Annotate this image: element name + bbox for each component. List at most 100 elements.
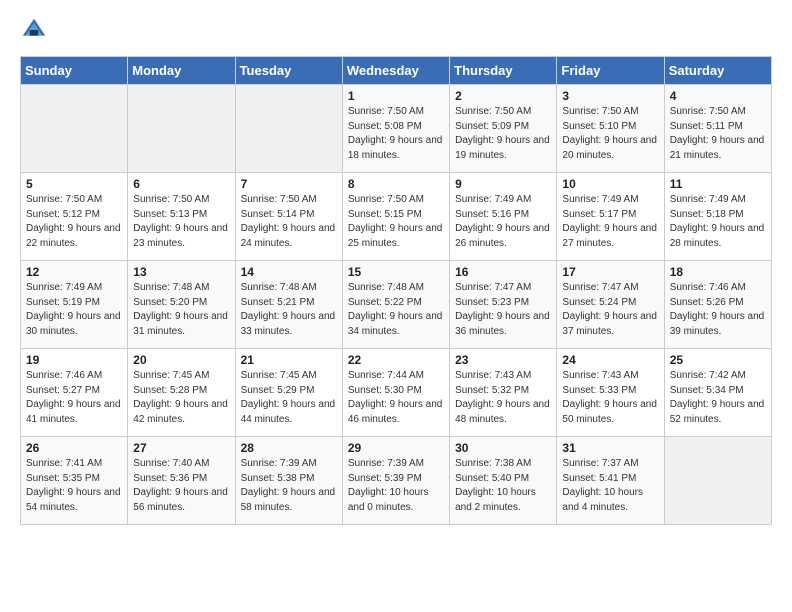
calendar-day-cell — [235, 85, 342, 173]
day-number: 25 — [670, 353, 766, 367]
day-number: 10 — [562, 177, 658, 191]
calendar-day-cell: 9 Sunrise: 7:49 AMSunset: 5:16 PMDayligh… — [450, 173, 557, 261]
calendar-week-row: 12 Sunrise: 7:49 AMSunset: 5:19 PMDaylig… — [21, 261, 772, 349]
calendar-week-row: 19 Sunrise: 7:46 AMSunset: 5:27 PMDaylig… — [21, 349, 772, 437]
day-info: Sunrise: 7:42 AMSunset: 5:34 PMDaylight:… — [670, 369, 766, 427]
calendar-day-cell: 22 Sunrise: 7:44 AMSunset: 5:30 PMDaylig… — [342, 349, 449, 437]
calendar-day-cell — [128, 85, 235, 173]
day-number: 13 — [133, 265, 229, 279]
day-info: Sunrise: 7:49 AMSunset: 5:18 PMDaylight:… — [670, 193, 766, 251]
logo-icon — [20, 16, 48, 44]
day-number: 30 — [455, 441, 551, 455]
day-number: 14 — [241, 265, 337, 279]
calendar-day-cell: 2 Sunrise: 7:50 AMSunset: 5:09 PMDayligh… — [450, 85, 557, 173]
day-info: Sunrise: 7:43 AMSunset: 5:32 PMDaylight:… — [455, 369, 551, 427]
day-number: 29 — [348, 441, 444, 455]
day-info: Sunrise: 7:46 AMSunset: 5:26 PMDaylight:… — [670, 281, 766, 339]
day-number: 7 — [241, 177, 337, 191]
day-info: Sunrise: 7:44 AMSunset: 5:30 PMDaylight:… — [348, 369, 444, 427]
calendar-day-cell: 31 Sunrise: 7:37 AMSunset: 5:41 PMDaylig… — [557, 437, 664, 525]
day-info: Sunrise: 7:50 AMSunset: 5:10 PMDaylight:… — [562, 105, 658, 163]
calendar-day-cell: 26 Sunrise: 7:41 AMSunset: 5:35 PMDaylig… — [21, 437, 128, 525]
header-wednesday: Wednesday — [342, 57, 449, 85]
calendar-week-row: 1 Sunrise: 7:50 AMSunset: 5:08 PMDayligh… — [21, 85, 772, 173]
day-info: Sunrise: 7:49 AMSunset: 5:16 PMDaylight:… — [455, 193, 551, 251]
day-number: 26 — [26, 441, 122, 455]
calendar-day-cell: 5 Sunrise: 7:50 AMSunset: 5:12 PMDayligh… — [21, 173, 128, 261]
calendar-day-cell — [664, 437, 771, 525]
day-number: 4 — [670, 89, 766, 103]
day-number: 2 — [455, 89, 551, 103]
day-number: 9 — [455, 177, 551, 191]
day-number: 11 — [670, 177, 766, 191]
day-number: 3 — [562, 89, 658, 103]
day-info: Sunrise: 7:47 AMSunset: 5:23 PMDaylight:… — [455, 281, 551, 339]
header-friday: Friday — [557, 57, 664, 85]
day-info: Sunrise: 7:46 AMSunset: 5:27 PMDaylight:… — [26, 369, 122, 427]
day-info: Sunrise: 7:38 AMSunset: 5:40 PMDaylight:… — [455, 457, 551, 515]
calendar-day-cell: 1 Sunrise: 7:50 AMSunset: 5:08 PMDayligh… — [342, 85, 449, 173]
day-info: Sunrise: 7:50 AMSunset: 5:09 PMDaylight:… — [455, 105, 551, 163]
calendar-day-cell: 18 Sunrise: 7:46 AMSunset: 5:26 PMDaylig… — [664, 261, 771, 349]
calendar-day-cell: 27 Sunrise: 7:40 AMSunset: 5:36 PMDaylig… — [128, 437, 235, 525]
calendar-table: Sunday Monday Tuesday Wednesday Thursday… — [20, 56, 772, 525]
day-number: 23 — [455, 353, 551, 367]
calendar-day-cell: 17 Sunrise: 7:47 AMSunset: 5:24 PMDaylig… — [557, 261, 664, 349]
calendar-day-cell: 6 Sunrise: 7:50 AMSunset: 5:13 PMDayligh… — [128, 173, 235, 261]
day-info: Sunrise: 7:50 AMSunset: 5:12 PMDaylight:… — [26, 193, 122, 251]
calendar-week-row: 5 Sunrise: 7:50 AMSunset: 5:12 PMDayligh… — [21, 173, 772, 261]
calendar-page: Sunday Monday Tuesday Wednesday Thursday… — [0, 0, 792, 541]
calendar-day-cell: 10 Sunrise: 7:49 AMSunset: 5:17 PMDaylig… — [557, 173, 664, 261]
day-info: Sunrise: 7:45 AMSunset: 5:28 PMDaylight:… — [133, 369, 229, 427]
calendar-day-cell: 23 Sunrise: 7:43 AMSunset: 5:32 PMDaylig… — [450, 349, 557, 437]
calendar-day-cell: 30 Sunrise: 7:38 AMSunset: 5:40 PMDaylig… — [450, 437, 557, 525]
day-number: 22 — [348, 353, 444, 367]
calendar-day-cell: 14 Sunrise: 7:48 AMSunset: 5:21 PMDaylig… — [235, 261, 342, 349]
day-number: 17 — [562, 265, 658, 279]
header-monday: Monday — [128, 57, 235, 85]
calendar-day-cell: 21 Sunrise: 7:45 AMSunset: 5:29 PMDaylig… — [235, 349, 342, 437]
calendar-day-cell: 15 Sunrise: 7:48 AMSunset: 5:22 PMDaylig… — [342, 261, 449, 349]
calendar-day-cell: 3 Sunrise: 7:50 AMSunset: 5:10 PMDayligh… — [557, 85, 664, 173]
calendar-day-cell: 29 Sunrise: 7:39 AMSunset: 5:39 PMDaylig… — [342, 437, 449, 525]
day-info: Sunrise: 7:50 AMSunset: 5:13 PMDaylight:… — [133, 193, 229, 251]
calendar-day-cell: 20 Sunrise: 7:45 AMSunset: 5:28 PMDaylig… — [128, 349, 235, 437]
day-info: Sunrise: 7:48 AMSunset: 5:22 PMDaylight:… — [348, 281, 444, 339]
day-number: 1 — [348, 89, 444, 103]
header-sunday: Sunday — [21, 57, 128, 85]
logo — [20, 16, 50, 44]
day-number: 27 — [133, 441, 229, 455]
day-number: 20 — [133, 353, 229, 367]
calendar-day-cell: 12 Sunrise: 7:49 AMSunset: 5:19 PMDaylig… — [21, 261, 128, 349]
day-info: Sunrise: 7:39 AMSunset: 5:38 PMDaylight:… — [241, 457, 337, 515]
day-info: Sunrise: 7:43 AMSunset: 5:33 PMDaylight:… — [562, 369, 658, 427]
day-number: 18 — [670, 265, 766, 279]
day-info: Sunrise: 7:49 AMSunset: 5:17 PMDaylight:… — [562, 193, 658, 251]
calendar-day-cell: 28 Sunrise: 7:39 AMSunset: 5:38 PMDaylig… — [235, 437, 342, 525]
day-number: 19 — [26, 353, 122, 367]
day-info: Sunrise: 7:50 AMSunset: 5:08 PMDaylight:… — [348, 105, 444, 163]
calendar-day-cell: 16 Sunrise: 7:47 AMSunset: 5:23 PMDaylig… — [450, 261, 557, 349]
calendar-day-cell: 13 Sunrise: 7:48 AMSunset: 5:20 PMDaylig… — [128, 261, 235, 349]
calendar-day-cell: 4 Sunrise: 7:50 AMSunset: 5:11 PMDayligh… — [664, 85, 771, 173]
calendar-day-cell: 11 Sunrise: 7:49 AMSunset: 5:18 PMDaylig… — [664, 173, 771, 261]
day-info: Sunrise: 7:45 AMSunset: 5:29 PMDaylight:… — [241, 369, 337, 427]
day-info: Sunrise: 7:49 AMSunset: 5:19 PMDaylight:… — [26, 281, 122, 339]
day-number: 12 — [26, 265, 122, 279]
day-info: Sunrise: 7:48 AMSunset: 5:20 PMDaylight:… — [133, 281, 229, 339]
day-number: 15 — [348, 265, 444, 279]
calendar-day-cell: 19 Sunrise: 7:46 AMSunset: 5:27 PMDaylig… — [21, 349, 128, 437]
day-info: Sunrise: 7:50 AMSunset: 5:14 PMDaylight:… — [241, 193, 337, 251]
day-number: 28 — [241, 441, 337, 455]
header-tuesday: Tuesday — [235, 57, 342, 85]
day-info: Sunrise: 7:50 AMSunset: 5:11 PMDaylight:… — [670, 105, 766, 163]
day-number: 6 — [133, 177, 229, 191]
day-info: Sunrise: 7:39 AMSunset: 5:39 PMDaylight:… — [348, 457, 444, 515]
day-info: Sunrise: 7:47 AMSunset: 5:24 PMDaylight:… — [562, 281, 658, 339]
day-info: Sunrise: 7:48 AMSunset: 5:21 PMDaylight:… — [241, 281, 337, 339]
day-number: 8 — [348, 177, 444, 191]
day-info: Sunrise: 7:37 AMSunset: 5:41 PMDaylight:… — [562, 457, 658, 515]
header-saturday: Saturday — [664, 57, 771, 85]
day-number: 21 — [241, 353, 337, 367]
calendar-day-cell: 25 Sunrise: 7:42 AMSunset: 5:34 PMDaylig… — [664, 349, 771, 437]
